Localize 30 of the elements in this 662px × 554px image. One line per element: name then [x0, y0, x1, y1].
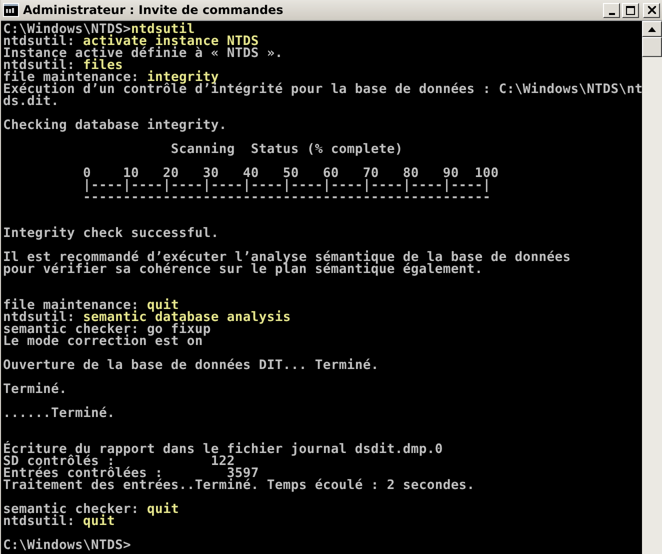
console-icon	[3, 3, 19, 17]
minimize-button[interactable]	[603, 2, 620, 18]
command-text: quit	[82, 514, 115, 529]
prompt-text: C:\Windows\NTDS>	[3, 538, 131, 553]
prompt-text: ntdsutil:	[3, 34, 75, 49]
output-line: |----|----|----|----|----|----|----|----|----|----|	[82, 178, 491, 193]
output-line: Traitement des entrées..Terminé. Temps écoulé : 2 secondes.	[3, 478, 475, 493]
output-line: Terminé.	[3, 382, 67, 397]
output-line: Checking database integrity.	[3, 118, 227, 133]
minimize-icon	[608, 12, 614, 14]
maximize-icon	[626, 6, 635, 14]
command-text: quit	[146, 502, 179, 517]
output-line: Integrity check successful.	[3, 226, 219, 241]
scroll-up-button[interactable]	[642, 21, 662, 37]
output-line: ......Terminé.	[3, 406, 115, 421]
command-text: integrity	[146, 70, 219, 85]
scrollbar[interactable]	[642, 21, 662, 554]
output-line: ds.dit.	[3, 94, 59, 109]
close-button[interactable]	[643, 2, 660, 18]
command-text: quit	[146, 298, 179, 313]
output-line: pour vérifier sa cohérence sur le plan sémantique également.	[3, 262, 483, 277]
output-line: Ouverture de la base de données DIT... Terminé.	[3, 358, 379, 373]
output-line: Scanning Status (% complete)	[170, 142, 403, 157]
scroll-thumb[interactable]	[642, 37, 662, 57]
maximize-button[interactable]	[622, 2, 639, 18]
close-icon	[648, 6, 656, 14]
up-arrow-icon	[648, 26, 656, 32]
prompt-text: ntdsutil:	[3, 514, 76, 529]
window-title: Administrateur : Invite de commandes	[23, 3, 284, 17]
command-text: files	[82, 58, 123, 73]
